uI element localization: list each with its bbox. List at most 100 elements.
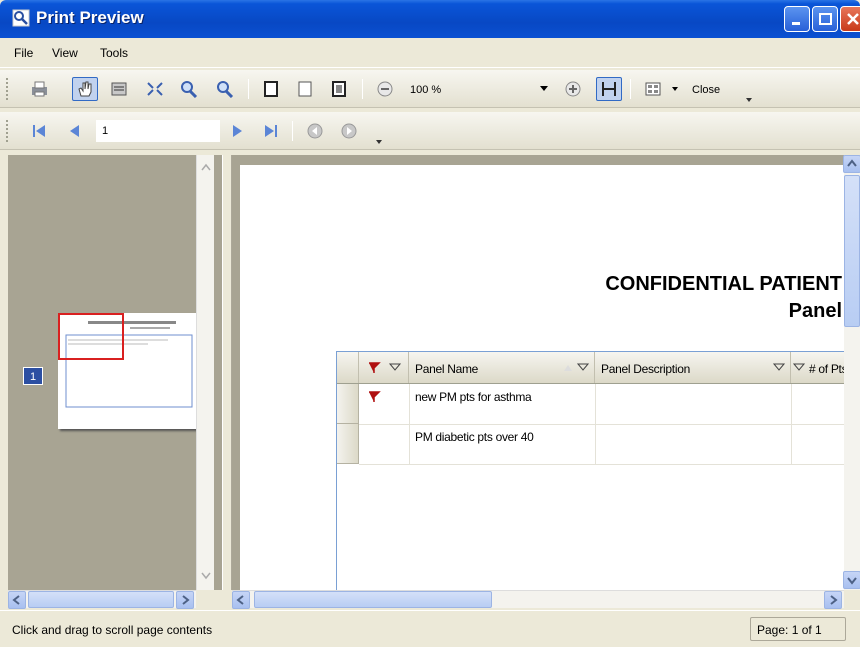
scroll-right-button[interactable] xyxy=(176,591,194,609)
history-back-button[interactable] xyxy=(302,119,328,143)
status-bar: Click and drag to scroll page contents P… xyxy=(0,610,860,647)
page-number-input[interactable]: 1 xyxy=(96,120,220,142)
toolbar-overflow-icon[interactable] xyxy=(376,138,382,144)
panel-grid: Panel Name Panel Description # of Pts ne… xyxy=(336,351,844,590)
close-window-button[interactable] xyxy=(840,6,860,32)
maximize-button[interactable] xyxy=(812,6,838,32)
visible-area-indicator[interactable] xyxy=(58,313,124,360)
filter-icon[interactable] xyxy=(389,362,401,374)
next-page-button[interactable] xyxy=(224,119,250,143)
two-page-button[interactable] xyxy=(292,77,318,101)
flag-icon[interactable] xyxy=(367,390,381,404)
scroll-right-button[interactable] xyxy=(824,591,842,609)
first-page-icon xyxy=(33,125,45,137)
zoom-fit-icon xyxy=(147,82,163,96)
page-layout-button[interactable] xyxy=(640,77,666,101)
zoom-in-icon xyxy=(181,81,198,98)
fit-width-icon xyxy=(602,82,616,96)
document-horizontal-scrollbar[interactable] xyxy=(232,590,844,609)
vertical-scroll-thumb[interactable] xyxy=(844,175,860,327)
zoom-combo-value[interactable]: 100 % xyxy=(410,84,441,96)
menu-bar: File View Tools xyxy=(0,38,860,68)
table-cell-panel-name[interactable]: new PM pts for asthma xyxy=(415,390,532,404)
forward-icon xyxy=(341,123,357,139)
scroll-left-icon xyxy=(12,595,20,605)
menu-file[interactable]: File xyxy=(14,46,33,60)
scroll-down-icon[interactable] xyxy=(198,567,214,583)
next-page-icon xyxy=(233,125,242,137)
document-vertical-scrollbar[interactable] xyxy=(843,155,860,590)
zoom-plus-icon xyxy=(565,81,581,97)
row-selector[interactable] xyxy=(337,424,359,464)
pane-splitter[interactable] xyxy=(222,155,232,590)
zoom-in-button[interactable] xyxy=(176,77,202,101)
horizontal-scroll-thumb[interactable] xyxy=(28,591,174,608)
multi-page-icon xyxy=(332,81,346,97)
scroll-right-icon xyxy=(830,595,838,605)
previous-page-button[interactable] xyxy=(62,119,88,143)
zoom-out-button[interactable] xyxy=(212,77,238,101)
toolbar-overflow-icon[interactable] xyxy=(746,96,752,102)
fit-width-button[interactable] xyxy=(596,77,622,101)
print-button[interactable] xyxy=(26,77,52,101)
toolbar-grip[interactable] xyxy=(6,78,10,100)
page-layout-icon xyxy=(645,82,661,96)
scroll-up-button[interactable] xyxy=(843,155,860,173)
scroll-up-icon[interactable] xyxy=(198,159,214,175)
thumbnail-page-number[interactable]: 1 xyxy=(23,367,43,385)
row-selector[interactable] xyxy=(337,384,359,424)
horizontal-scroll-thumb[interactable] xyxy=(254,591,492,608)
thumbnail-horizontal-scrollbar[interactable] xyxy=(8,590,196,609)
close-icon xyxy=(847,13,859,25)
zoom-increase-button[interactable] xyxy=(560,77,586,101)
minimize-button[interactable] xyxy=(784,6,810,32)
hand-tool-button[interactable] xyxy=(72,77,98,101)
title-bar: Print Preview xyxy=(0,0,860,38)
panel-name-header-label: Panel Name xyxy=(415,362,479,376)
first-page-button[interactable] xyxy=(26,119,52,143)
filter-icon[interactable] xyxy=(577,362,589,374)
patient-count-header-label: # of Pts xyxy=(809,362,844,376)
table-cell-panel-name[interactable]: PM diabetic pts over 40 xyxy=(415,430,534,444)
magnifier-tool-button[interactable] xyxy=(106,77,132,101)
panel-name-column-header[interactable]: Panel Name xyxy=(409,352,595,383)
status-message: Click and drag to scroll page contents xyxy=(12,623,213,637)
scroll-left-button[interactable] xyxy=(232,591,250,609)
report-title: CONFIDENTIAL PATIENT xyxy=(605,273,842,295)
page-layout-dropdown-arrow[interactable] xyxy=(672,87,678,91)
back-icon xyxy=(307,123,323,139)
zoom-minus-icon xyxy=(377,81,393,97)
magnifier-icon xyxy=(111,82,127,96)
document-viewport[interactable]: CONFIDENTIAL PATIENT Panel Panel Name Pa… xyxy=(232,155,844,590)
scroll-down-button[interactable] xyxy=(843,571,860,589)
patient-count-column-header[interactable]: # of Pts xyxy=(791,352,844,383)
toolbar-grip[interactable] xyxy=(6,120,10,142)
menu-tools[interactable]: Tools xyxy=(100,46,128,60)
flag-column-header xyxy=(359,352,409,383)
last-page-button[interactable] xyxy=(258,119,284,143)
window-title: Print Preview xyxy=(36,8,144,27)
thumbnail-pane[interactable]: 1 xyxy=(8,155,222,590)
report-subtitle: Panel xyxy=(788,300,842,322)
two-page-icon xyxy=(298,81,312,97)
single-page-button[interactable] xyxy=(258,77,284,101)
scroll-right-icon xyxy=(182,595,190,605)
minimize-icon xyxy=(792,22,800,25)
filter-icon[interactable] xyxy=(773,362,785,374)
multi-page-button[interactable] xyxy=(326,77,352,101)
single-page-icon xyxy=(264,81,278,97)
menu-view[interactable]: View xyxy=(52,46,78,60)
zoom-fit-button[interactable] xyxy=(142,77,168,101)
filter-icon[interactable] xyxy=(793,362,805,374)
close-preview-button[interactable]: Close xyxy=(692,84,720,96)
sort-ascending-icon xyxy=(564,365,572,371)
scroll-left-icon xyxy=(236,595,244,605)
history-forward-button[interactable] xyxy=(336,119,362,143)
thumbnail-vertical-scrollbar[interactable] xyxy=(196,155,214,590)
zoom-dropdown-arrow[interactable] xyxy=(540,86,548,91)
panel-description-column-header[interactable]: Panel Description xyxy=(595,352,791,383)
scroll-left-button[interactable] xyxy=(8,591,26,609)
zoom-decrease-button[interactable] xyxy=(372,77,398,101)
zoom-out-icon xyxy=(217,81,234,98)
previous-page-icon xyxy=(70,125,79,137)
